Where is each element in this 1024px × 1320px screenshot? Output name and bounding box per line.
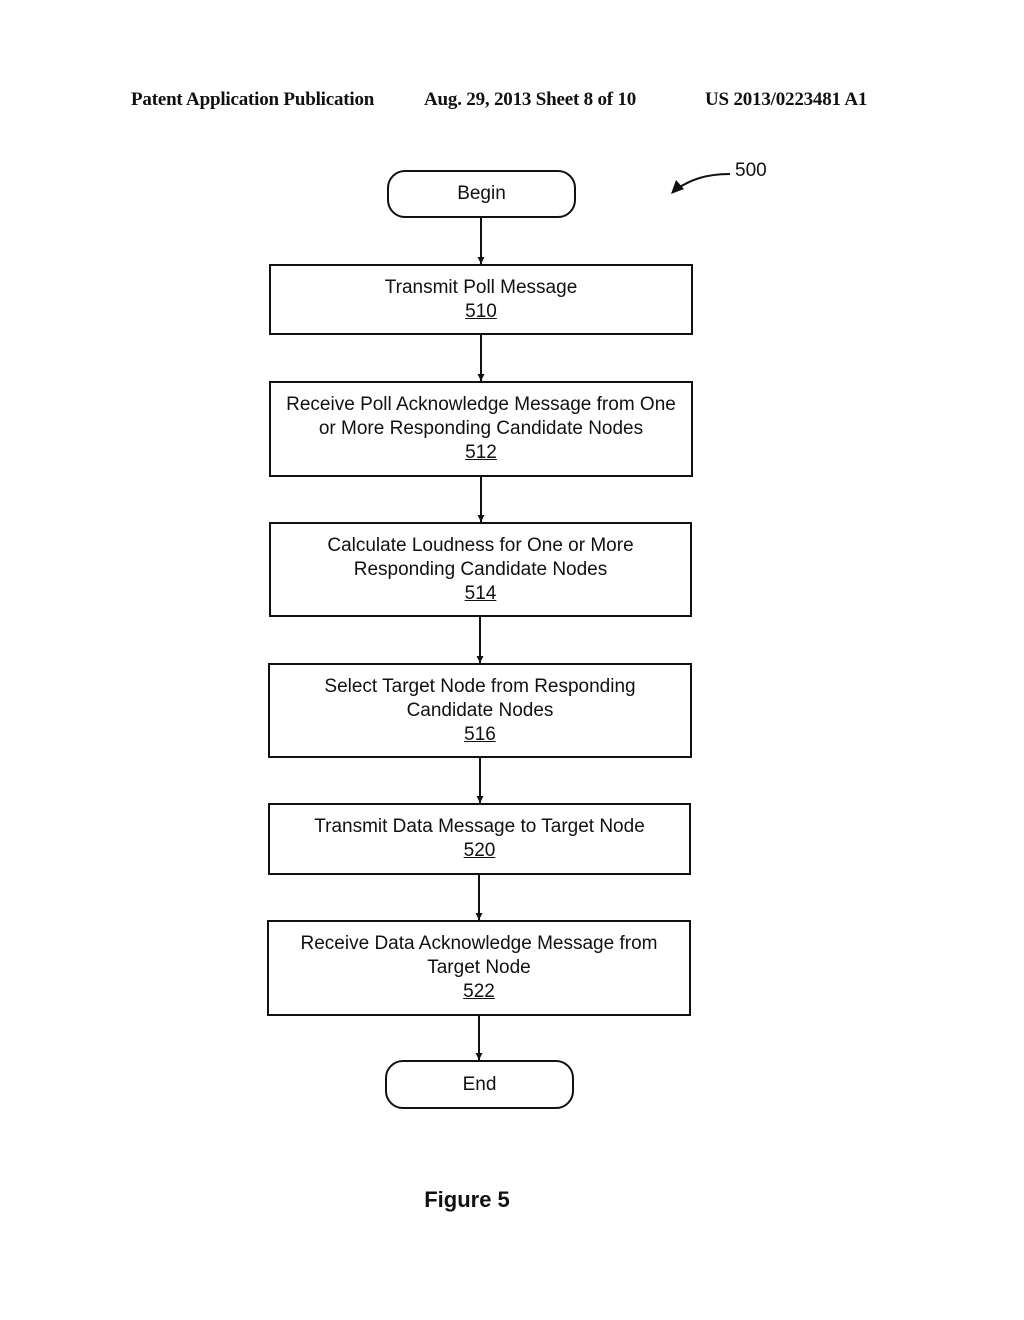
step-ref: 510 xyxy=(465,300,497,322)
step-520-box: Transmit Data Message to Target Node 520 xyxy=(268,803,691,875)
step-text: Select Target Node from Responding xyxy=(324,675,636,697)
reference-leader-arrowhead xyxy=(671,180,684,194)
step-text: Candidate Nodes xyxy=(406,699,554,721)
step-text: Receive Data Acknowledge Message from xyxy=(300,933,658,954)
step-510-box: Transmit Poll Message 510 xyxy=(269,264,693,335)
reference-leader-arrow xyxy=(674,173,731,191)
step-ref: 516 xyxy=(464,723,496,745)
figure-reference-numeral: 500 xyxy=(735,160,767,181)
step-text: Receive Poll Acknowledge Message from On… xyxy=(286,394,676,415)
step-ref: 520 xyxy=(463,840,496,861)
step-text: Target Node xyxy=(427,957,531,978)
figure-caption: Figure 5 xyxy=(424,1187,510,1212)
step-522-box: Receive Data Acknowledge Message from Ta… xyxy=(267,920,691,1016)
step-text: Calculate Loudness for One or More xyxy=(327,534,634,556)
step-516-box: Select Target Node from Responding Candi… xyxy=(268,663,692,758)
step-text: Transmit Poll Message xyxy=(384,276,578,298)
step-512-box: Receive Poll Acknowledge Message from On… xyxy=(269,381,693,477)
step-ref: 514 xyxy=(464,582,497,604)
step-text: Transmit Data Message to Target Node xyxy=(314,816,645,837)
begin-terminal: Begin xyxy=(387,170,576,218)
header-publication-type: Patent Application Publication xyxy=(131,89,375,110)
step-ref: 522 xyxy=(463,981,495,1002)
step-text: or More Responding Candidate Nodes xyxy=(318,418,644,439)
end-label: End xyxy=(462,1073,497,1095)
header-patent-number: US 2013/0223481 A1 xyxy=(705,89,868,110)
step-514-box: Calculate Loudness for One or More Respo… xyxy=(269,522,692,617)
header-date-sheet: Aug. 29, 2013 Sheet 8 of 10 xyxy=(424,89,637,110)
step-ref: 512 xyxy=(465,442,497,463)
step-text: Responding Candidate Nodes xyxy=(353,558,608,580)
end-terminal: End xyxy=(385,1060,574,1109)
begin-label: Begin xyxy=(457,183,506,204)
